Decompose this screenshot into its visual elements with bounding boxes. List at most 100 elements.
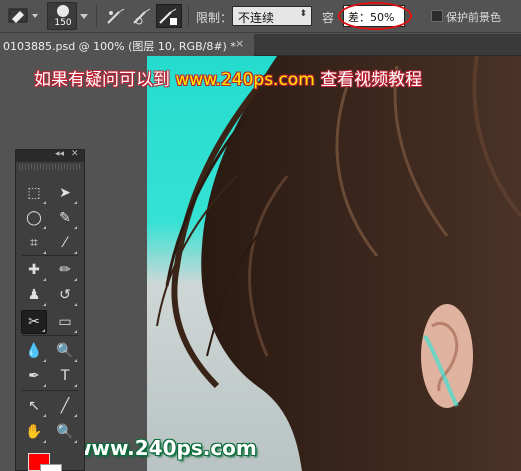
lasso-tool-icon: ◯ [26, 210, 42, 226]
quick-selection-tool-button[interactable]: ✎ [52, 206, 78, 230]
limit-select[interactable]: 不连续 ⬍ [232, 6, 312, 26]
lasso-tool-button[interactable]: ◯ [21, 206, 47, 230]
banner-prefix: 如果有疑问可以到 [34, 70, 170, 90]
flyout-indicator [74, 278, 77, 281]
flyout-indicator [43, 226, 46, 229]
brush-tip-icon [57, 5, 69, 17]
flyout-indicator [74, 359, 77, 362]
sampling-once-button[interactable] [130, 4, 156, 28]
document-tab-bar: 0103885.psd @ 100% (图层 10, RGB/8#) * × [0, 34, 521, 56]
limit-label: 限制： [196, 11, 233, 25]
protect-foreground-checkbox[interactable] [431, 10, 443, 22]
tutorial-banner: 如果有疑问可以到 www.240ps.com 查看视频教程 [34, 65, 422, 90]
document-title: 0103885.psd @ 100% (图层 10, RGB/8#) * [3, 40, 236, 53]
tool-group-divider [22, 255, 78, 256]
type-tool-button[interactable]: T [52, 364, 78, 388]
healing-brush-tool-icon: ✚ [28, 262, 40, 278]
history-brush-tool-button[interactable]: ↺ [52, 283, 78, 307]
flyout-indicator [74, 330, 77, 333]
quick-selection-tool-icon: ✎ [59, 210, 71, 226]
move-tool-icon: ➤ [59, 185, 71, 201]
background-eraser-tool-icon [8, 8, 38, 23]
close-icon[interactable]: ✕ [71, 149, 79, 159]
sampling-continuous-icon [107, 8, 125, 24]
tool-group-divider [22, 335, 78, 336]
flyout-indicator [43, 251, 46, 254]
marquee-tool-icon: ⬚ [27, 185, 41, 201]
brush-tool-icon: ✏ [59, 262, 71, 278]
blur-tool-button[interactable]: 💧 [21, 339, 47, 363]
healing-brush-tool-button[interactable]: ✚ [21, 258, 47, 282]
type-tool-icon: T [60, 368, 70, 384]
flyout-indicator [74, 226, 77, 229]
sampling-once-icon [133, 8, 151, 25]
clone-stamp-tool-icon: ♟ [27, 287, 41, 303]
zoom-tool-icon: 🔍 [56, 424, 74, 440]
sampling-background-swatch-button[interactable] [156, 4, 182, 28]
crop-tool-icon: ⌗ [30, 235, 38, 251]
tolerance-label: 容 [322, 11, 335, 25]
history-brush-tool-icon: ↺ [59, 287, 71, 303]
hand-tool-button[interactable]: ✋ [21, 420, 47, 444]
tool-preset-picker[interactable] [4, 4, 42, 28]
sampling-background-icon [159, 8, 177, 25]
flyout-indicator [74, 303, 77, 306]
marquee-tool-button[interactable]: ⬚ [21, 181, 47, 205]
zoom-tool-button[interactable]: 🔍 [52, 420, 78, 444]
background-eraser-tool-icon: ✂ [28, 314, 40, 330]
pen-tool-icon: ✒ [28, 368, 40, 384]
flyout-indicator [42, 329, 45, 332]
document-tab[interactable]: 0103885.psd @ 100% (图层 10, RGB/8#) * × [0, 34, 254, 56]
updown-arrows-icon: ⬍ [299, 9, 307, 19]
crop-tool-button[interactable]: ⌗ [21, 231, 47, 255]
flyout-indicator [43, 414, 46, 417]
gradient-tool-icon: ▭ [58, 314, 72, 330]
path-selection-tool-button[interactable]: ↖ [21, 394, 47, 418]
gradient-tool-button[interactable]: ▭ [52, 310, 78, 334]
tools-panel: ◂◂ ✕ ⬚ ➤ ◯ ✎ ⌗ ⁄ ✚ ✏ ♟ ↺ ✂ ▭ 💧 🔍 ✒ T ↖ ╱ ✋ 🔍 [15, 149, 85, 471]
line-tool-icon: ╱ [60, 398, 70, 414]
limit-value: 不连续 [238, 11, 275, 25]
flyout-indicator [74, 440, 77, 443]
flyout-indicator [43, 278, 46, 281]
collapse-icon[interactable]: ◂◂ [55, 149, 64, 159]
divider [96, 5, 97, 27]
watermark: www.240ps.com [73, 436, 257, 460]
panel-grip[interactable] [19, 164, 81, 170]
tool-group-divider [22, 390, 78, 391]
flyout-indicator [43, 359, 46, 362]
flyout-indicator [74, 251, 77, 254]
hair-illustration [156, 56, 521, 471]
hand-tool-icon: ✋ [25, 424, 43, 440]
close-icon[interactable]: × [235, 37, 244, 50]
pen-tool-button[interactable]: ✒ [21, 364, 47, 388]
banner-suffix: 查看视频教程 [320, 70, 423, 90]
flyout-indicator [43, 440, 46, 443]
clone-stamp-tool-button[interactable]: ♟ [21, 283, 47, 307]
flyout-indicator [74, 384, 77, 387]
divider [188, 5, 189, 27]
dodge-tool-button[interactable]: 🔍 [52, 339, 78, 363]
line-tool-button[interactable]: ╱ [52, 394, 78, 418]
options-bar: 150 限制： 不连续 ⬍ 容 差：50% 保护前景色 [0, 0, 521, 33]
brush-dropdown-button[interactable] [78, 4, 90, 28]
move-tool-button[interactable]: ➤ [52, 181, 78, 205]
tools-panel-header: ◂◂ ✕ [16, 149, 84, 162]
background-eraser-tool-button[interactable]: ✂ [21, 310, 47, 334]
chevron-down-icon [80, 14, 88, 19]
background-color-swatch[interactable] [40, 464, 62, 471]
flyout-indicator [43, 384, 46, 387]
flyout-indicator [74, 201, 77, 204]
highlight-ring [338, 2, 412, 30]
brush-tool-button[interactable]: ✏ [52, 258, 78, 282]
protect-foreground-label: 保护前景色 [446, 11, 501, 24]
sampling-continuous-button[interactable] [104, 4, 130, 28]
flyout-indicator [43, 201, 46, 204]
dodge-tool-icon: 🔍 [56, 343, 74, 359]
flyout-indicator [74, 414, 77, 417]
photo-hair-image [147, 56, 521, 471]
banner-url: www.240ps.com [175, 70, 315, 90]
brush-preset-picker[interactable]: 150 [47, 2, 77, 30]
flyout-indicator [43, 303, 46, 306]
eyedropper-tool-button[interactable]: ⁄ [52, 231, 78, 255]
